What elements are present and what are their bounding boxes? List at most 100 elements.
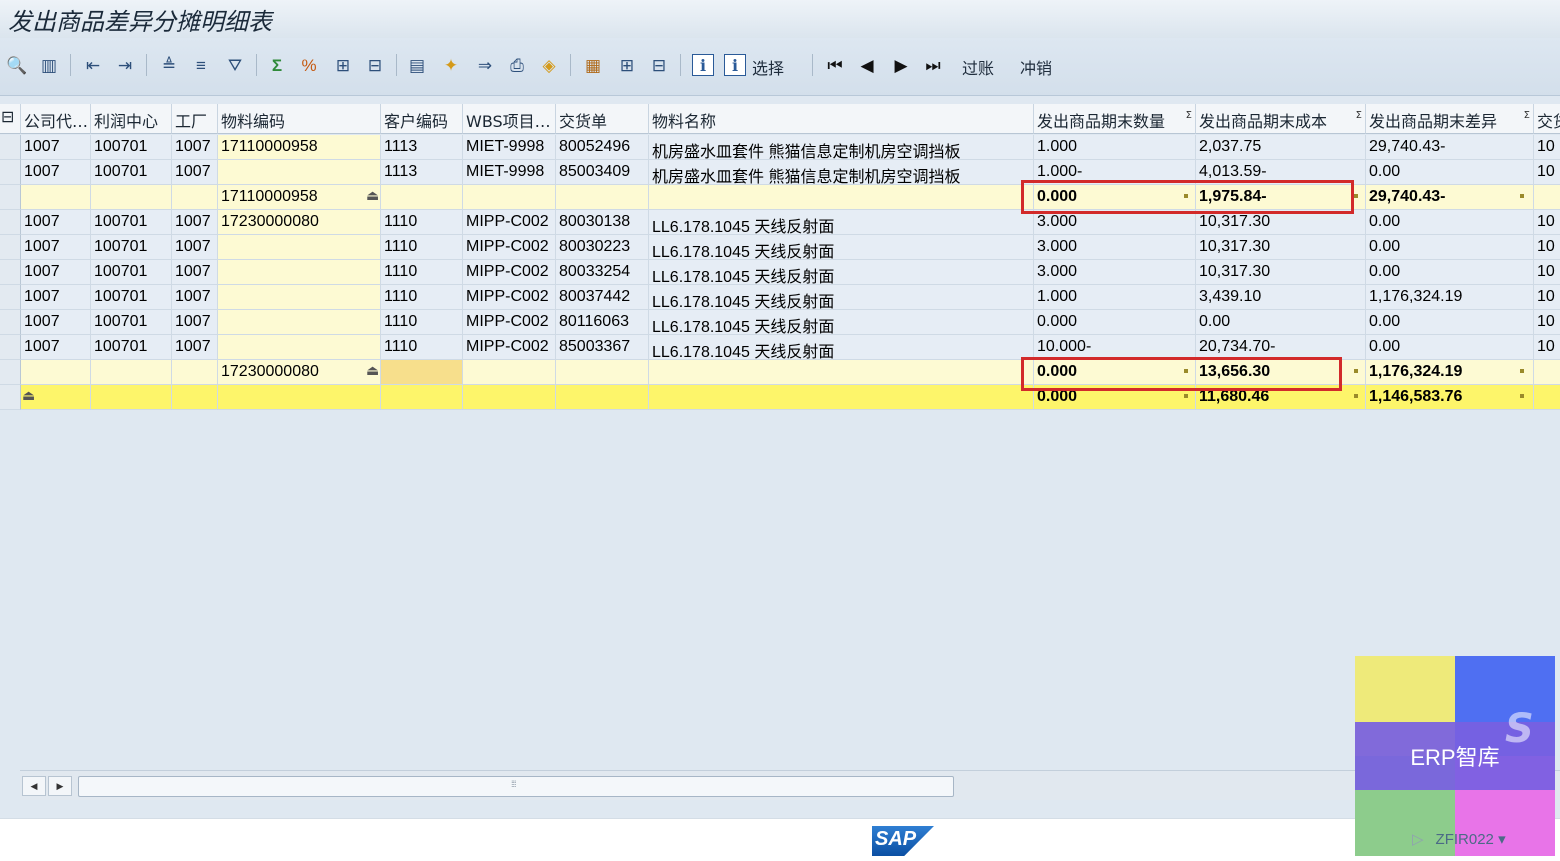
cell-profit-center[interactable]: 100701 [91,285,172,310]
cell-variance[interactable]: 1,176,324.19 [1366,285,1534,310]
table-row[interactable]: 1007 100701 1007 17230000080 1110 MIPP-C002 80… [0,210,1560,235]
info-icon[interactable]: i [690,52,716,78]
cell-name[interactable] [649,185,1034,210]
cell-extra[interactable] [1534,385,1560,410]
cell-extra[interactable]: 10 [1534,160,1560,185]
print-icon[interactable]: ⎙ [504,52,530,78]
first-page-icon[interactable]: ⏮ [822,52,848,78]
cell-delivery[interactable]: 80030138 [556,210,649,235]
cell-cost[interactable]: 1,975.84- [1196,185,1366,210]
cell-extra[interactable]: 10 [1534,285,1560,310]
row-selector[interactable] [0,335,21,360]
cell-company[interactable] [21,185,91,210]
cell-customer[interactable]: 1110 [381,310,463,335]
cell-material[interactable]: 17110000958 [218,185,381,210]
cell-material[interactable] [218,335,381,360]
cell-cost[interactable]: 20,734.70- [1196,335,1366,360]
column-header-qty[interactable]: 发出商品期末数量 Σ [1034,104,1196,134]
cell-cost[interactable]: 4,013.59- [1196,160,1366,185]
column-header-variance[interactable]: 发出商品期末差异 Σ [1366,104,1534,134]
cell-delivery[interactable]: 80037442 [556,285,649,310]
cell-extra[interactable]: 10 [1534,260,1560,285]
find-icon[interactable]: ✦ [438,52,464,78]
table-row[interactable]: 1007 100701 1007 1110 MIPP-C002 80033254 LL6.1… [0,260,1560,285]
cell-extra[interactable]: 10 [1534,335,1560,360]
cell-qty[interactable]: 1.000 [1034,285,1196,310]
cell-material[interactable] [218,310,381,335]
spreadsheet-export-icon[interactable]: ▤ [404,52,430,78]
cell-delivery[interactable]: 80116063 [556,310,649,335]
cell-customer[interactable] [381,385,463,410]
cell-name[interactable] [649,360,1034,385]
info-select-icon[interactable]: i [722,52,748,78]
column-header-extra[interactable]: 交货 [1534,104,1560,134]
scroll-right-icon[interactable]: ▶ [48,776,72,796]
row-selector[interactable] [0,160,21,185]
cell-variance[interactable]: 29,740.43- [1366,185,1534,210]
cell-material[interactable] [218,235,381,260]
cell-qty[interactable]: 3.000 [1034,260,1196,285]
cell-variance[interactable]: 0.00 [1366,235,1534,260]
table-row[interactable]: 1007 100701 1007 1113 MIET-9998 85003409 机房盛水皿… [0,160,1560,185]
cell-qty[interactable]: 0.000 [1034,310,1196,335]
cell-material[interactable] [218,385,381,410]
cell-delivery[interactable]: 80052496 [556,135,649,160]
previous-page-icon[interactable]: ◀ [854,52,880,78]
cell-qty[interactable]: 10.000- [1034,335,1196,360]
row-selector[interactable] [0,135,21,160]
cell-name[interactable]: LL6.178.1045 天线反射面 [649,210,1034,235]
cell-name[interactable]: 机房盛水皿套件 熊猫信息定制机房空调挡板 [649,135,1034,160]
cell-wbs[interactable]: MIPP-C002 [463,210,556,235]
subtotal-row[interactable]: 17110000958 0.000 1,975.84- 29,740.43- ⏏ [0,185,1560,210]
cell-extra[interactable] [1534,185,1560,210]
cell-wbs[interactable]: MIET-9998 [463,135,556,160]
column-header-cost[interactable]: 发出商品期末成本 Σ [1196,104,1366,134]
cell-material[interactable] [218,285,381,310]
column-header-wbs[interactable]: WBS项目… [463,104,556,134]
cell-cost[interactable]: 0.00 [1196,310,1366,335]
cell-cost[interactable]: 3,439.10 [1196,285,1366,310]
column-header-material[interactable]: 物料编码 [218,104,381,134]
cell-variance[interactable]: 0.00 [1366,210,1534,235]
cell-name[interactable]: 机房盛水皿套件 熊猫信息定制机房空调挡板 [649,160,1034,185]
table-row[interactable]: 1007 100701 1007 1110 MIPP-C002 85003367 LL6.1… [0,335,1560,360]
cell-variance[interactable]: 29,740.43- [1366,135,1534,160]
layout-change-icon[interactable]: ⊞ [614,52,640,78]
row-selector[interactable] [0,210,21,235]
cell-material[interactable] [218,260,381,285]
cell-qty[interactable]: 0.000 [1034,185,1196,210]
cell-extra[interactable]: 10 [1534,310,1560,335]
cell-qty[interactable]: 1.000- [1034,160,1196,185]
cell-wbs[interactable]: MIPP-C002 [463,260,556,285]
cell-variance[interactable]: 0.00 [1366,335,1534,360]
table-row[interactable]: 1007 100701 1007 1110 MIPP-C002 80030223 LL6.1… [0,235,1560,260]
row-selector[interactable] [0,285,21,310]
table-row[interactable]: 1007 100701 1007 1110 MIPP-C002 80116063 LL6.1… [0,310,1560,335]
cell-customer[interactable] [381,360,463,385]
sum-icon[interactable]: Σ [264,52,290,78]
subtotal-level-icon[interactable]: ⏏ [366,187,379,204]
cell-name[interactable] [649,385,1034,410]
cell-cost[interactable]: 2,037.75 [1196,135,1366,160]
row-selector[interactable] [0,260,21,285]
cell-variance[interactable]: 0.00 [1366,260,1534,285]
post-button[interactable]: 过账 [962,55,994,79]
detail-icon[interactable]: 🔍 [4,52,30,78]
cell-qty[interactable]: 0.000 [1034,385,1196,410]
cell-wbs[interactable]: MIET-9998 [463,160,556,185]
column-header-material-name[interactable]: 物料名称 [649,104,1034,134]
cell-qty[interactable]: 1.000 [1034,135,1196,160]
export-left-icon[interactable]: ⇤ [80,52,106,78]
cell-profit-center[interactable]: 100701 [91,335,172,360]
cell-company[interactable] [21,360,91,385]
cell-profit-center[interactable]: 100701 [91,235,172,260]
cell-plant[interactable]: 1007 [172,160,218,185]
cell-wbs[interactable] [463,185,556,210]
cell-plant[interactable] [172,360,218,385]
sort-ascending-icon[interactable]: ≜ [156,52,182,78]
cell-profit-center[interactable] [91,360,172,385]
subtotal-level-icon[interactable]: ⏏ [366,362,379,379]
cell-name[interactable]: LL6.178.1045 天线反射面 [649,285,1034,310]
cell-customer[interactable]: 1110 [381,335,463,360]
select-all-icon[interactable]: ⊟ [0,104,21,134]
